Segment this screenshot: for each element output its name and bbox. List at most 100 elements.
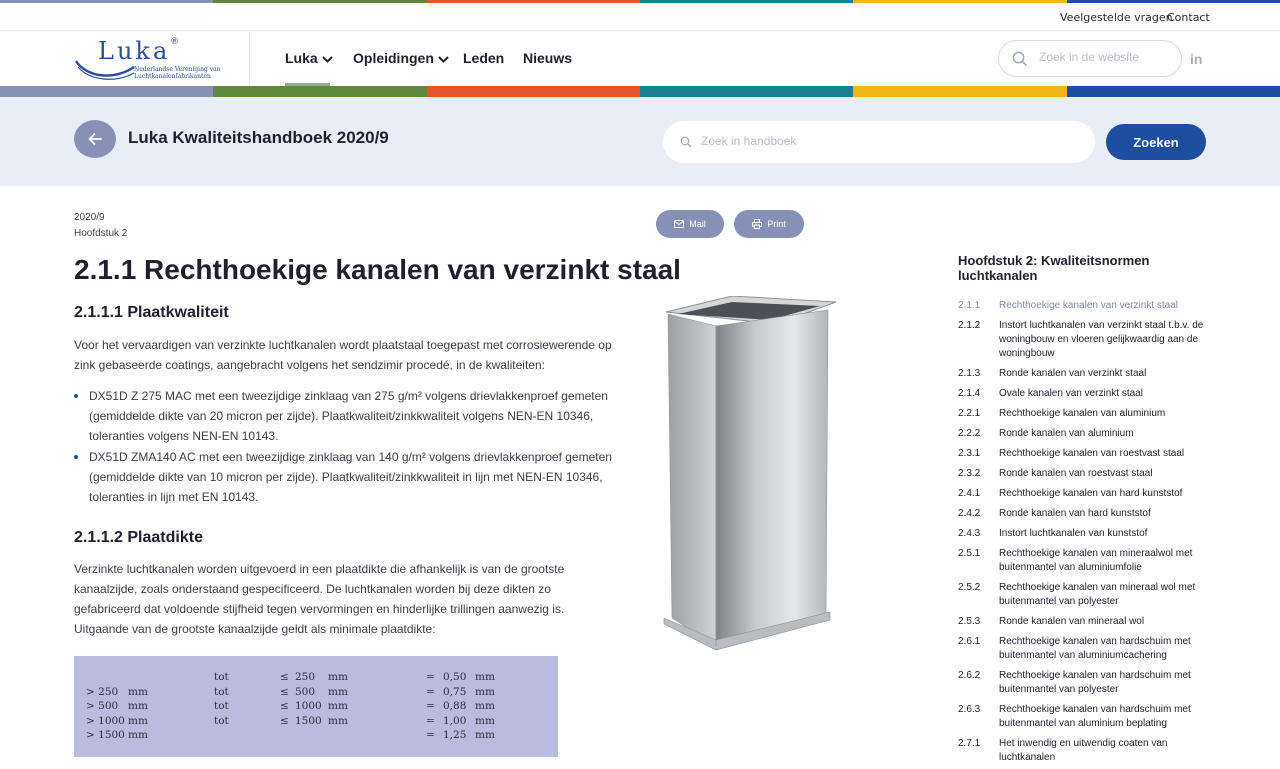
handbook-title: Luka Kwaliteitshandboek 2020/9	[128, 128, 389, 147]
toc-item-label: Rechthoekige kanalen van mineraalwol met…	[999, 548, 1193, 573]
duct-product-image	[663, 296, 837, 651]
toc-item-number: 2.4.1	[958, 488, 981, 499]
back-button[interactable]	[74, 120, 116, 158]
table-cell: mm	[328, 671, 348, 683]
stripe-segment	[426, 86, 640, 97]
edition-label: 2020/9	[74, 212, 105, 223]
color-band-stripe	[0, 86, 1280, 97]
linkedin-icon[interactable]: in	[1190, 51, 1202, 67]
section-title-plaatkwaliteit: 2.1.1.1 Plaatkwaliteit	[74, 304, 229, 321]
nav-item-opleidingen[interactable]: Opleidingen	[353, 50, 449, 66]
table-cell: mm	[475, 714, 495, 727]
toc-item-label: Rechthoekige kanalen van mineraal wol me…	[999, 582, 1196, 607]
faq-link[interactable]: Veelgestelde vragen	[1060, 11, 1173, 24]
table-cell: =	[426, 700, 435, 713]
toc-item-number: 2.3.2	[958, 468, 981, 479]
table-cell: mm	[128, 685, 148, 698]
toc-item-label: Ovale kanalen van verzinkt staal	[999, 388, 1143, 399]
plate-thickness-table: tot ≤250 mm = 0,50 mm > 250 mm tot ≤500 mm = 0,75 mm >…	[74, 656, 558, 757]
table-cell: =	[426, 685, 435, 698]
toc-item-label: Rechthoekige kanalen van hardschuim met …	[999, 636, 1191, 661]
table-cell: 500	[295, 685, 316, 698]
search-icon	[680, 136, 692, 148]
table-cell: 250	[295, 671, 316, 683]
table-cell: =	[426, 714, 435, 727]
table-cell: > 500	[86, 700, 119, 713]
toc-item-number: 2.5.2	[958, 582, 981, 593]
toc-title: Hoofdstuk 2: Kwaliteitsnormen luchtkanal…	[958, 253, 1150, 283]
stripe-segment	[1066, 86, 1280, 97]
toc-item-label: Ronde kanalen van roestvast staal	[999, 468, 1153, 479]
toc-item-label: Rechthoekige kanalen van verzinkt staal	[999, 300, 1178, 311]
table-cell: mm	[128, 714, 148, 727]
table-cell: 1,00	[443, 714, 467, 727]
toc-item-number: 2.3.1	[958, 448, 981, 459]
section-body-text: Verzinkte luchtkanalen worden uitgevoerd…	[74, 562, 565, 636]
search-button[interactable]: Zoeken	[1106, 124, 1206, 160]
stripe-segment	[853, 86, 1067, 97]
toc-item-number: 2.1.1	[958, 300, 981, 311]
handbook-search-input[interactable]	[701, 134, 1081, 148]
table-cell: > 1000	[86, 714, 125, 727]
site-search-input[interactable]	[1039, 50, 1174, 64]
nav-item-leden[interactable]: Leden	[463, 50, 504, 66]
table-cell: mm	[328, 685, 348, 698]
table-cell: tot	[214, 685, 229, 698]
toc-item-number: 2.1.2	[958, 320, 981, 331]
stripe-segment	[213, 86, 427, 97]
chapter-toc: Hoofdstuk 2: Kwaliteitsnormen luchtkanal…	[958, 253, 1208, 763]
toc-item-label: Rechthoekige kanalen van hardschuim met …	[999, 704, 1191, 729]
mail-icon	[674, 220, 685, 228]
search-icon	[1012, 51, 1028, 67]
handbook-hero: Luka Kwaliteitshandboek 2020/9 Zoeken	[0, 97, 1280, 186]
table-cell: ≤	[280, 671, 289, 683]
toc-item-label: Instort luchtkanalen van kunststof	[999, 528, 1148, 539]
table-cell: 0,75	[443, 685, 467, 698]
nav-item-luka[interactable]: Luka	[285, 50, 333, 66]
handbook-search-box	[663, 121, 1095, 163]
table-cell: tot	[214, 700, 229, 713]
table-cell: mm	[475, 700, 495, 713]
toc-item-label: Rechthoekige kanalen van roestvast staal	[999, 448, 1185, 459]
table-cell: ≤	[280, 714, 289, 727]
toc-item-number: 2.6.2	[958, 670, 981, 681]
table-cell: tot	[214, 714, 229, 727]
toc-item-number: 2.2.2	[958, 428, 981, 439]
table-cell: 1,25	[443, 729, 467, 742]
contact-link[interactable]: Contact	[1167, 11, 1210, 24]
toc-item-label: Ronde kanalen van mineraal wol	[999, 616, 1145, 627]
table-cell: mm	[128, 729, 148, 742]
print-button[interactable]: Print	[734, 210, 804, 238]
table-cell: mm	[475, 729, 495, 742]
printer-icon	[752, 219, 763, 229]
toc-item-number: 2.6.3	[958, 704, 981, 715]
chapter-label: Hoofdstuk 2	[74, 228, 128, 239]
table-cell: mm	[475, 685, 495, 698]
table-cell: > 250	[86, 685, 119, 698]
toc-item-label: Rechthoekige kanalen van hard kunststof	[999, 488, 1183, 499]
table-cell: mm	[328, 714, 348, 727]
table-cell: 0,50	[443, 671, 467, 683]
stripe-segment	[0, 86, 214, 97]
site-search-box	[998, 40, 1182, 77]
table-cell: =	[426, 729, 435, 742]
article-title: 2.1.1 Rechthoekige kanalen van verzinkt …	[74, 254, 681, 285]
utility-bar: Veelgestelde vragen Contact	[0, 3, 1280, 31]
list-item: DX51D ZMA140 AC met een tweezijdige zink…	[74, 447, 619, 507]
logo-registered-mark: ®	[170, 37, 179, 47]
table-cell: tot	[214, 671, 229, 683]
table-cell: 0,88	[443, 700, 467, 713]
toc-item-number: 2.1.4	[958, 388, 981, 399]
table-cell: 1500	[295, 714, 322, 727]
nav-item-nieuws[interactable]: Nieuws	[523, 50, 572, 66]
arrow-left-icon	[88, 133, 102, 145]
mail-button[interactable]: Mail	[656, 210, 724, 238]
table-cell: 1000	[295, 700, 322, 713]
table-cell: mm	[475, 671, 495, 683]
section-intro-text: Voor het vervaardigen van verzinkte luch…	[74, 338, 612, 372]
toc-item-number: 2.5.3	[958, 616, 981, 627]
toc-item-number: 2.1.3	[958, 368, 981, 379]
luka-logo[interactable]: Luka ® Nederlandse Vereniging van Luchtk…	[74, 35, 224, 83]
toc-item-number: 2.2.1	[958, 408, 981, 419]
chevron-down-icon	[438, 56, 449, 63]
